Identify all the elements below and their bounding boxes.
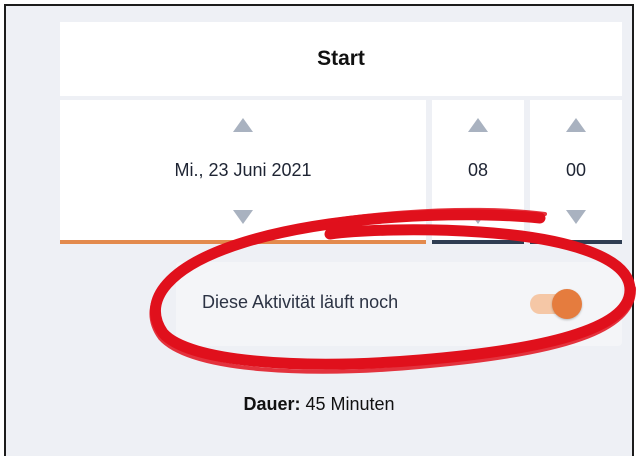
duration-value: 45 Minuten bbox=[305, 394, 395, 414]
hour-value: 08 bbox=[467, 160, 489, 180]
date-up-arrow-icon[interactable] bbox=[233, 118, 253, 132]
section-title: Start bbox=[317, 47, 365, 70]
minute-down-arrow-icon[interactable] bbox=[566, 210, 586, 224]
duration-label: Dauer: bbox=[243, 394, 301, 414]
date-value: Mi., 23 Juni 2021 bbox=[174, 160, 312, 180]
ongoing-activity-row[interactable]: Diese Aktivität läuft noch bbox=[176, 262, 622, 346]
duration-display: Dauer: 45 Minuten bbox=[0, 394, 638, 415]
date-picker[interactable]: Mi., 23 Juni 2021 bbox=[60, 100, 426, 244]
section-header: Start bbox=[60, 22, 622, 96]
switch-knob[interactable] bbox=[552, 289, 582, 319]
minute-picker[interactable]: 00 bbox=[530, 100, 622, 244]
minute-value: 00 bbox=[565, 160, 587, 180]
hour-picker[interactable]: 08 bbox=[432, 100, 524, 244]
minute-up-arrow-icon[interactable] bbox=[566, 118, 586, 132]
date-down-arrow-icon[interactable] bbox=[233, 210, 253, 224]
ongoing-activity-label: Diese Aktivität läuft noch bbox=[202, 292, 399, 312]
hour-down-arrow-icon[interactable] bbox=[468, 210, 488, 224]
hour-up-arrow-icon[interactable] bbox=[468, 118, 488, 132]
